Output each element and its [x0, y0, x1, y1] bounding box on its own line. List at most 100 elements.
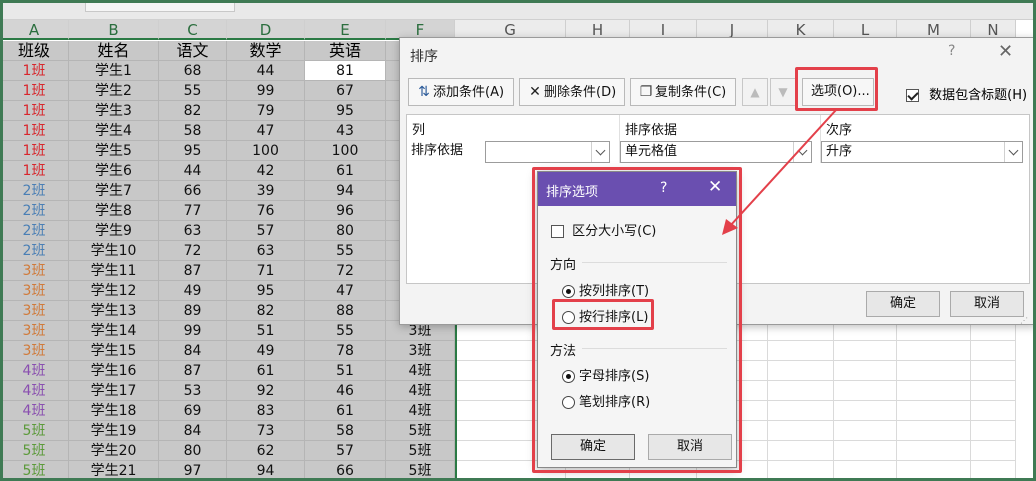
table-cell[interactable]: 44	[159, 161, 227, 181]
table-cell[interactable]: 学生12	[69, 281, 159, 301]
class-cell[interactable]: 1班	[0, 141, 69, 161]
empty-cell[interactable]	[834, 341, 897, 361]
empty-cell[interactable]	[971, 381, 1016, 401]
empty-cell[interactable]	[768, 421, 834, 441]
close-icon[interactable]: ✕	[998, 41, 1013, 62]
table-cell[interactable]: 44	[227, 61, 305, 81]
sort-on-select[interactable]: 单元格值	[620, 141, 812, 163]
class-cell[interactable]: 2班	[0, 241, 69, 261]
table-cell[interactable]: 100	[305, 141, 386, 161]
class-cell[interactable]: 3班	[0, 301, 69, 321]
table-cell[interactable]: 学生18	[69, 401, 159, 421]
empty-cell[interactable]	[971, 441, 1016, 461]
table-cell[interactable]: 47	[227, 121, 305, 141]
table-cell[interactable]: 4班	[386, 381, 455, 401]
empty-cell[interactable]	[834, 401, 897, 421]
table-cell[interactable]: 学生10	[69, 241, 159, 261]
by-column-radio[interactable]	[562, 285, 575, 298]
table-cell[interactable]: 57	[305, 441, 386, 461]
table-cell[interactable]: 87	[159, 361, 227, 381]
empty-cell[interactable]	[768, 341, 834, 361]
table-cell[interactable]: 95	[159, 141, 227, 161]
table-cell[interactable]: 97	[159, 461, 227, 481]
column-header-e[interactable]: E	[305, 20, 386, 40]
class-cell[interactable]: 5班	[0, 421, 69, 441]
table-cell[interactable]: 43	[305, 121, 386, 141]
table-cell[interactable]: 51	[227, 321, 305, 341]
table-cell[interactable]: 55	[159, 81, 227, 101]
table-cell[interactable]: 61	[227, 361, 305, 381]
table-cell[interactable]: 92	[227, 381, 305, 401]
table-cell[interactable]: 学生16	[69, 361, 159, 381]
table-cell[interactable]: 49	[227, 341, 305, 361]
table-cell[interactable]: 学生17	[69, 381, 159, 401]
table-cell[interactable]: 学生11	[69, 261, 159, 281]
help-icon[interactable]: ?	[948, 43, 955, 59]
table-cell[interactable]: 61	[305, 401, 386, 421]
by-stroke-radio[interactable]	[562, 396, 575, 409]
class-cell[interactable]: 1班	[0, 61, 69, 81]
empty-cell[interactable]	[897, 381, 971, 401]
by-row-radio[interactable]	[562, 311, 575, 324]
empty-cell[interactable]	[768, 401, 834, 421]
table-header-cell[interactable]: 班级	[0, 41, 69, 61]
table-header-cell[interactable]: 姓名	[69, 41, 159, 61]
empty-cell[interactable]	[897, 421, 971, 441]
table-header-cell[interactable]: 数学	[227, 41, 305, 61]
table-header-cell[interactable]: 语文	[159, 41, 227, 61]
by-row-option[interactable]: 按行排序(L)	[562, 306, 648, 325]
table-cell[interactable]: 94	[305, 181, 386, 201]
table-cell[interactable]: 81	[305, 61, 386, 81]
table-cell[interactable]: 47	[305, 281, 386, 301]
table-cell[interactable]: 80	[159, 441, 227, 461]
table-cell[interactable]: 5班	[386, 461, 455, 481]
table-cell[interactable]: 82	[159, 101, 227, 121]
empty-cell[interactable]	[768, 461, 834, 481]
table-cell[interactable]: 95	[305, 101, 386, 121]
table-cell[interactable]: 39	[227, 181, 305, 201]
table-cell[interactable]: 84	[159, 341, 227, 361]
chevron-down-icon[interactable]	[591, 142, 609, 162]
table-cell[interactable]: 66	[305, 461, 386, 481]
empty-cell[interactable]	[971, 421, 1016, 441]
table-cell[interactable]: 学生13	[69, 301, 159, 321]
empty-cell[interactable]	[897, 401, 971, 421]
help-icon[interactable]: ?	[660, 180, 667, 196]
add-condition-button[interactable]: ⇅ 添加条件(A)	[408, 78, 514, 106]
table-cell[interactable]: 63	[159, 221, 227, 241]
table-cell[interactable]: 51	[305, 361, 386, 381]
column-header-b[interactable]: B	[69, 20, 159, 40]
has-headers-checkbox[interactable]	[906, 89, 919, 102]
table-cell[interactable]: 67	[305, 81, 386, 101]
table-cell[interactable]: 学生20	[69, 441, 159, 461]
class-cell[interactable]: 5班	[0, 461, 69, 481]
chevron-down-icon[interactable]	[793, 142, 811, 162]
empty-cell[interactable]	[768, 441, 834, 461]
table-cell[interactable]: 学生9	[69, 221, 159, 241]
empty-cell[interactable]	[834, 461, 897, 481]
table-cell[interactable]: 58	[305, 421, 386, 441]
table-cell[interactable]: 学生2	[69, 81, 159, 101]
table-cell[interactable]: 61	[305, 161, 386, 181]
table-cell[interactable]: 学生5	[69, 141, 159, 161]
options-button[interactable]: 选项(O)...	[802, 78, 874, 106]
options-ok-button[interactable]: 确定	[551, 434, 635, 460]
table-cell[interactable]: 84	[159, 421, 227, 441]
has-headers-option[interactable]: 数据包含标题(H)	[906, 84, 1027, 103]
class-cell[interactable]: 3班	[0, 321, 69, 341]
class-cell[interactable]: 3班	[0, 281, 69, 301]
table-cell[interactable]: 3班	[386, 341, 455, 361]
class-cell[interactable]: 1班	[0, 101, 69, 121]
table-cell[interactable]: 53	[159, 381, 227, 401]
close-icon[interactable]: ✕	[708, 177, 722, 197]
empty-cell[interactable]	[897, 361, 971, 381]
empty-cell[interactable]	[971, 461, 1016, 481]
empty-cell[interactable]	[971, 361, 1016, 381]
class-cell[interactable]: 2班	[0, 221, 69, 241]
empty-cell[interactable]	[971, 401, 1016, 421]
table-cell[interactable]: 46	[305, 381, 386, 401]
table-cell[interactable]: 62	[227, 441, 305, 461]
table-cell[interactable]: 96	[305, 201, 386, 221]
table-cell[interactable]: 学生6	[69, 161, 159, 181]
table-cell[interactable]: 87	[159, 261, 227, 281]
